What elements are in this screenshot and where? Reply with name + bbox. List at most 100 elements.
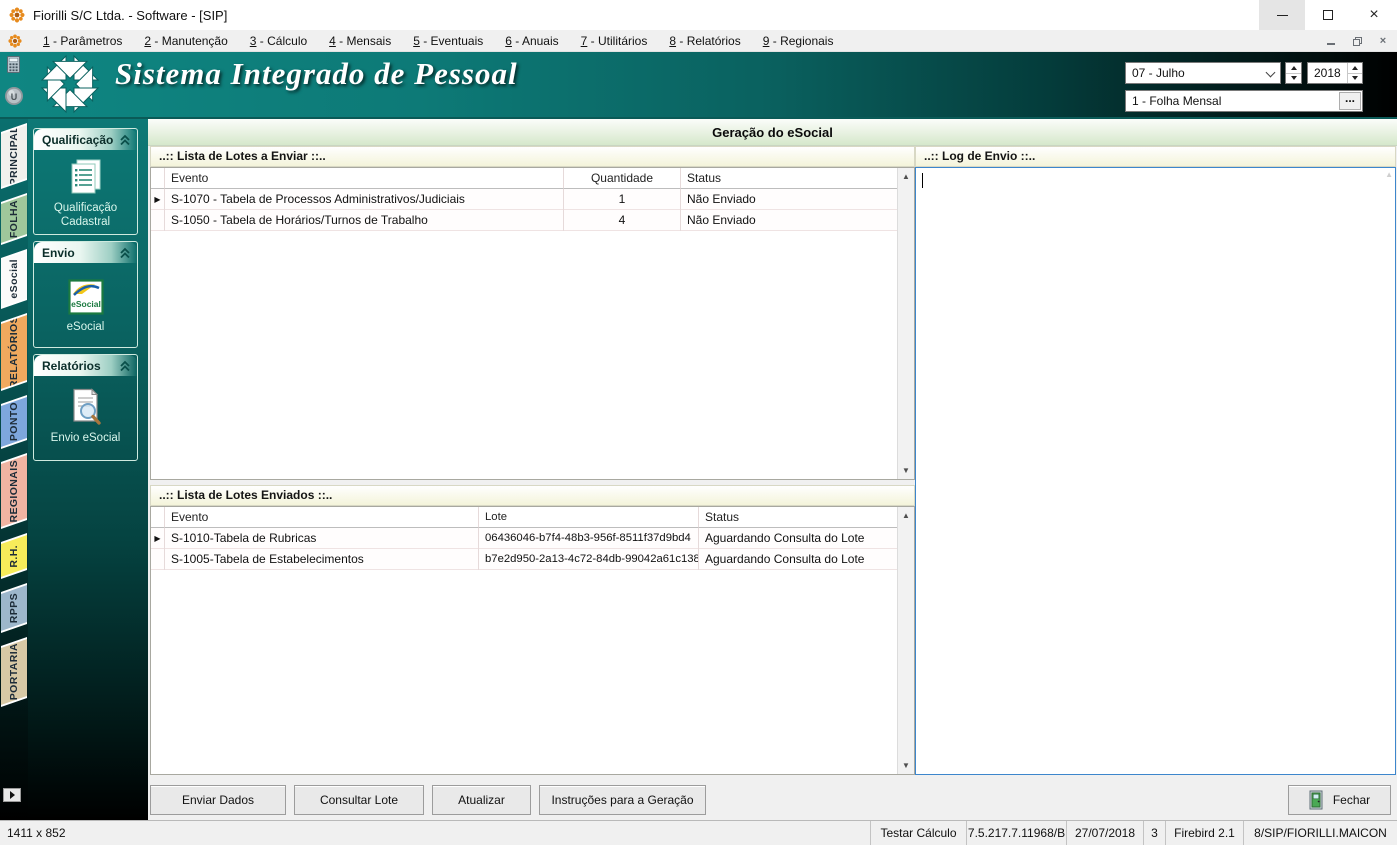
body: PRINCIPAL FOLHA eSocial RELATÓRIOS PONTO… xyxy=(0,119,1397,820)
maximize-icon xyxy=(1323,10,1333,20)
vertical-scrollbar[interactable]: ▲ ▼ xyxy=(897,507,914,774)
menu-app-icon xyxy=(8,33,22,48)
year-field[interactable]: 2018 xyxy=(1307,62,1363,84)
calculator-icon[interactable] xyxy=(7,56,20,73)
header-icon-strip: U xyxy=(0,52,28,117)
period-controls: 07 - Julho 2018 1 - Folha Mensal ... xyxy=(1117,52,1397,117)
table-header-row: Evento Lote Status xyxy=(151,507,897,528)
mdi-restore-icon xyxy=(1352,36,1362,46)
window-title: Fiorilli S/C Ltda. - Software - [SIP] xyxy=(33,7,228,23)
vertical-scrollbar[interactable]: ▲ ▼ xyxy=(897,168,914,479)
tab-rh[interactable]: R.H. xyxy=(1,535,27,577)
tab-rpps[interactable]: RPPS xyxy=(1,585,27,631)
collapse-button[interactable] xyxy=(117,132,133,148)
column-header-quantidade[interactable]: Quantidade xyxy=(564,168,681,189)
row-marker-icon: ▶ xyxy=(151,528,165,549)
title-bar: Fiorilli S/C Ltda. - Software - [SIP] × xyxy=(0,0,1397,30)
main-content: Geração do eSocial ..:: Lista de Lotes a… xyxy=(148,119,1397,820)
tab-esocial[interactable]: eSocial xyxy=(1,251,27,307)
enviar-dados-button[interactable]: Enviar Dados xyxy=(150,785,286,815)
table-header-row: Evento Quantidade Status xyxy=(151,168,897,189)
maximize-button[interactable] xyxy=(1305,0,1351,30)
scroll-up-icon[interactable]: ▲ xyxy=(898,508,914,523)
double-chevron-up-icon xyxy=(120,134,130,145)
status-testar-calculo: Testar Cálculo xyxy=(871,821,967,845)
instrucoes-button[interactable]: Instruções para a Geração xyxy=(539,785,706,815)
menu-eventuais[interactable]: 5 - Eventuais xyxy=(402,30,494,52)
month-spin-down-button[interactable] xyxy=(1286,72,1301,84)
minimize-button[interactable] xyxy=(1259,0,1305,30)
tab-regionais[interactable]: REGIONAIS xyxy=(1,455,27,527)
esocial-item[interactable]: eSocial eSocial xyxy=(34,263,137,334)
scroll-down-icon[interactable]: ▼ xyxy=(898,463,914,478)
mdi-minimize-button[interactable] xyxy=(1323,33,1339,49)
menu-manutencao[interactable]: 2 - Manutenção xyxy=(133,30,238,52)
fechar-button[interactable]: Fechar xyxy=(1288,785,1391,815)
pinwheel-logo xyxy=(40,54,100,114)
mdi-close-button[interactable]: × xyxy=(1375,33,1391,49)
scroll-down-icon[interactable]: ▼ xyxy=(898,758,914,773)
spin-down-icon xyxy=(1290,76,1297,81)
chevron-down-icon xyxy=(1265,67,1276,78)
page-title: Geração do eSocial xyxy=(148,119,1397,146)
tab-folha[interactable]: FOLHA xyxy=(1,195,27,243)
status-resolution: 1411 x 852 xyxy=(0,821,871,845)
month-spin-up-button[interactable] xyxy=(1286,63,1301,73)
button-bar: Enviar Dados Consultar Lote Atualizar In… xyxy=(148,783,1397,820)
document-list-icon xyxy=(71,159,100,194)
collapse-button[interactable] xyxy=(117,245,133,261)
column-header-status[interactable]: Status xyxy=(681,168,897,189)
strip-expand-button[interactable] xyxy=(3,788,21,802)
log-envio-textarea[interactable]: ▲ xyxy=(915,167,1396,775)
menu-parametros[interactable]: 1 - Parâmetros xyxy=(32,30,133,52)
group-envio: Envio eSocial eSocial xyxy=(33,241,138,348)
log-envio-header: ..:: Log de Envio ::.. xyxy=(915,146,1396,167)
year-spin-up-button[interactable] xyxy=(1348,63,1362,73)
sheet-browse-button[interactable]: ... xyxy=(1339,92,1361,110)
menu-calculo[interactable]: 3 - Cálculo xyxy=(239,30,318,52)
tab-relatorios[interactable]: RELATÓRIOS xyxy=(1,315,27,389)
spin-down-icon xyxy=(1352,76,1358,81)
envio-esocial-item[interactable]: Envio eSocial xyxy=(34,376,137,445)
menu-regionais[interactable]: 9 - Regionais xyxy=(752,30,845,52)
scroll-up-icon[interactable]: ▲ xyxy=(898,169,914,184)
lotes-enviados-header: ..:: Lista de Lotes Enviados ::.. xyxy=(150,485,915,506)
double-chevron-up-icon xyxy=(120,247,130,258)
row-marker-icon: ▶ xyxy=(151,189,165,210)
svg-text:eSocial: eSocial xyxy=(71,299,101,309)
table-row[interactable]: S-1050 - Tabela de Horários/Turnos de Tr… xyxy=(151,210,897,231)
column-header-evento[interactable]: Evento xyxy=(165,507,479,528)
exit-door-icon xyxy=(1309,790,1323,810)
mdi-controls: × xyxy=(1323,30,1391,52)
table-row[interactable]: ▶ S-1010-Tabela de Rubricas 06436046-b7f… xyxy=(151,528,897,549)
collapse-button[interactable] xyxy=(117,358,133,374)
month-select[interactable]: 07 - Julho xyxy=(1125,62,1281,84)
table-row[interactable]: S-1005-Tabela de Estabelecimentos b7e2d9… xyxy=(151,549,897,570)
column-header-evento[interactable]: Evento xyxy=(165,168,564,189)
atualizar-button[interactable]: Atualizar xyxy=(432,785,531,815)
year-spin-down-button[interactable] xyxy=(1348,72,1362,84)
module-tab-strip: PRINCIPAL FOLHA eSocial RELATÓRIOS PONTO… xyxy=(0,119,28,820)
column-header-lote[interactable]: Lote xyxy=(479,507,699,528)
app-window: Fiorilli S/C Ltda. - Software - [SIP] × … xyxy=(0,0,1397,845)
mdi-restore-button[interactable] xyxy=(1349,33,1365,49)
tab-ponto[interactable]: PONTO xyxy=(1,397,27,447)
qualificacao-cadastral-item[interactable]: Qualificação Cadastral xyxy=(34,150,137,230)
menu-relatorios[interactable]: 8 - Relatórios xyxy=(658,30,751,52)
app-header: U Sistema Integrado de Pessoal 829 FIOR xyxy=(0,52,1397,160)
user-sphere-icon[interactable]: U xyxy=(4,86,24,106)
sheet-field[interactable]: 1 - Folha Mensal ... xyxy=(1125,90,1363,112)
arrow-right-icon xyxy=(9,791,15,799)
spin-up-icon xyxy=(1352,65,1358,70)
side-panel: Qualificação Qualificação Cadastral Envi… xyxy=(28,119,148,820)
tab-portaria[interactable]: PORTARIA xyxy=(1,639,27,705)
menu-anuais[interactable]: 6 - Anuais xyxy=(494,30,569,52)
consultar-lote-button[interactable]: Consultar Lote xyxy=(294,785,424,815)
table-row[interactable]: ▶ S-1070 - Tabela de Processos Administr… xyxy=(151,189,897,210)
tab-principal[interactable]: PRINCIPAL xyxy=(1,125,27,187)
menu-mensais[interactable]: 4 - Mensais xyxy=(318,30,402,52)
close-button[interactable]: × xyxy=(1351,0,1397,30)
minimize-icon xyxy=(1276,14,1288,16)
menu-utilitarios[interactable]: 7 - Utilitários xyxy=(570,30,659,52)
column-header-status[interactable]: Status xyxy=(699,507,897,528)
